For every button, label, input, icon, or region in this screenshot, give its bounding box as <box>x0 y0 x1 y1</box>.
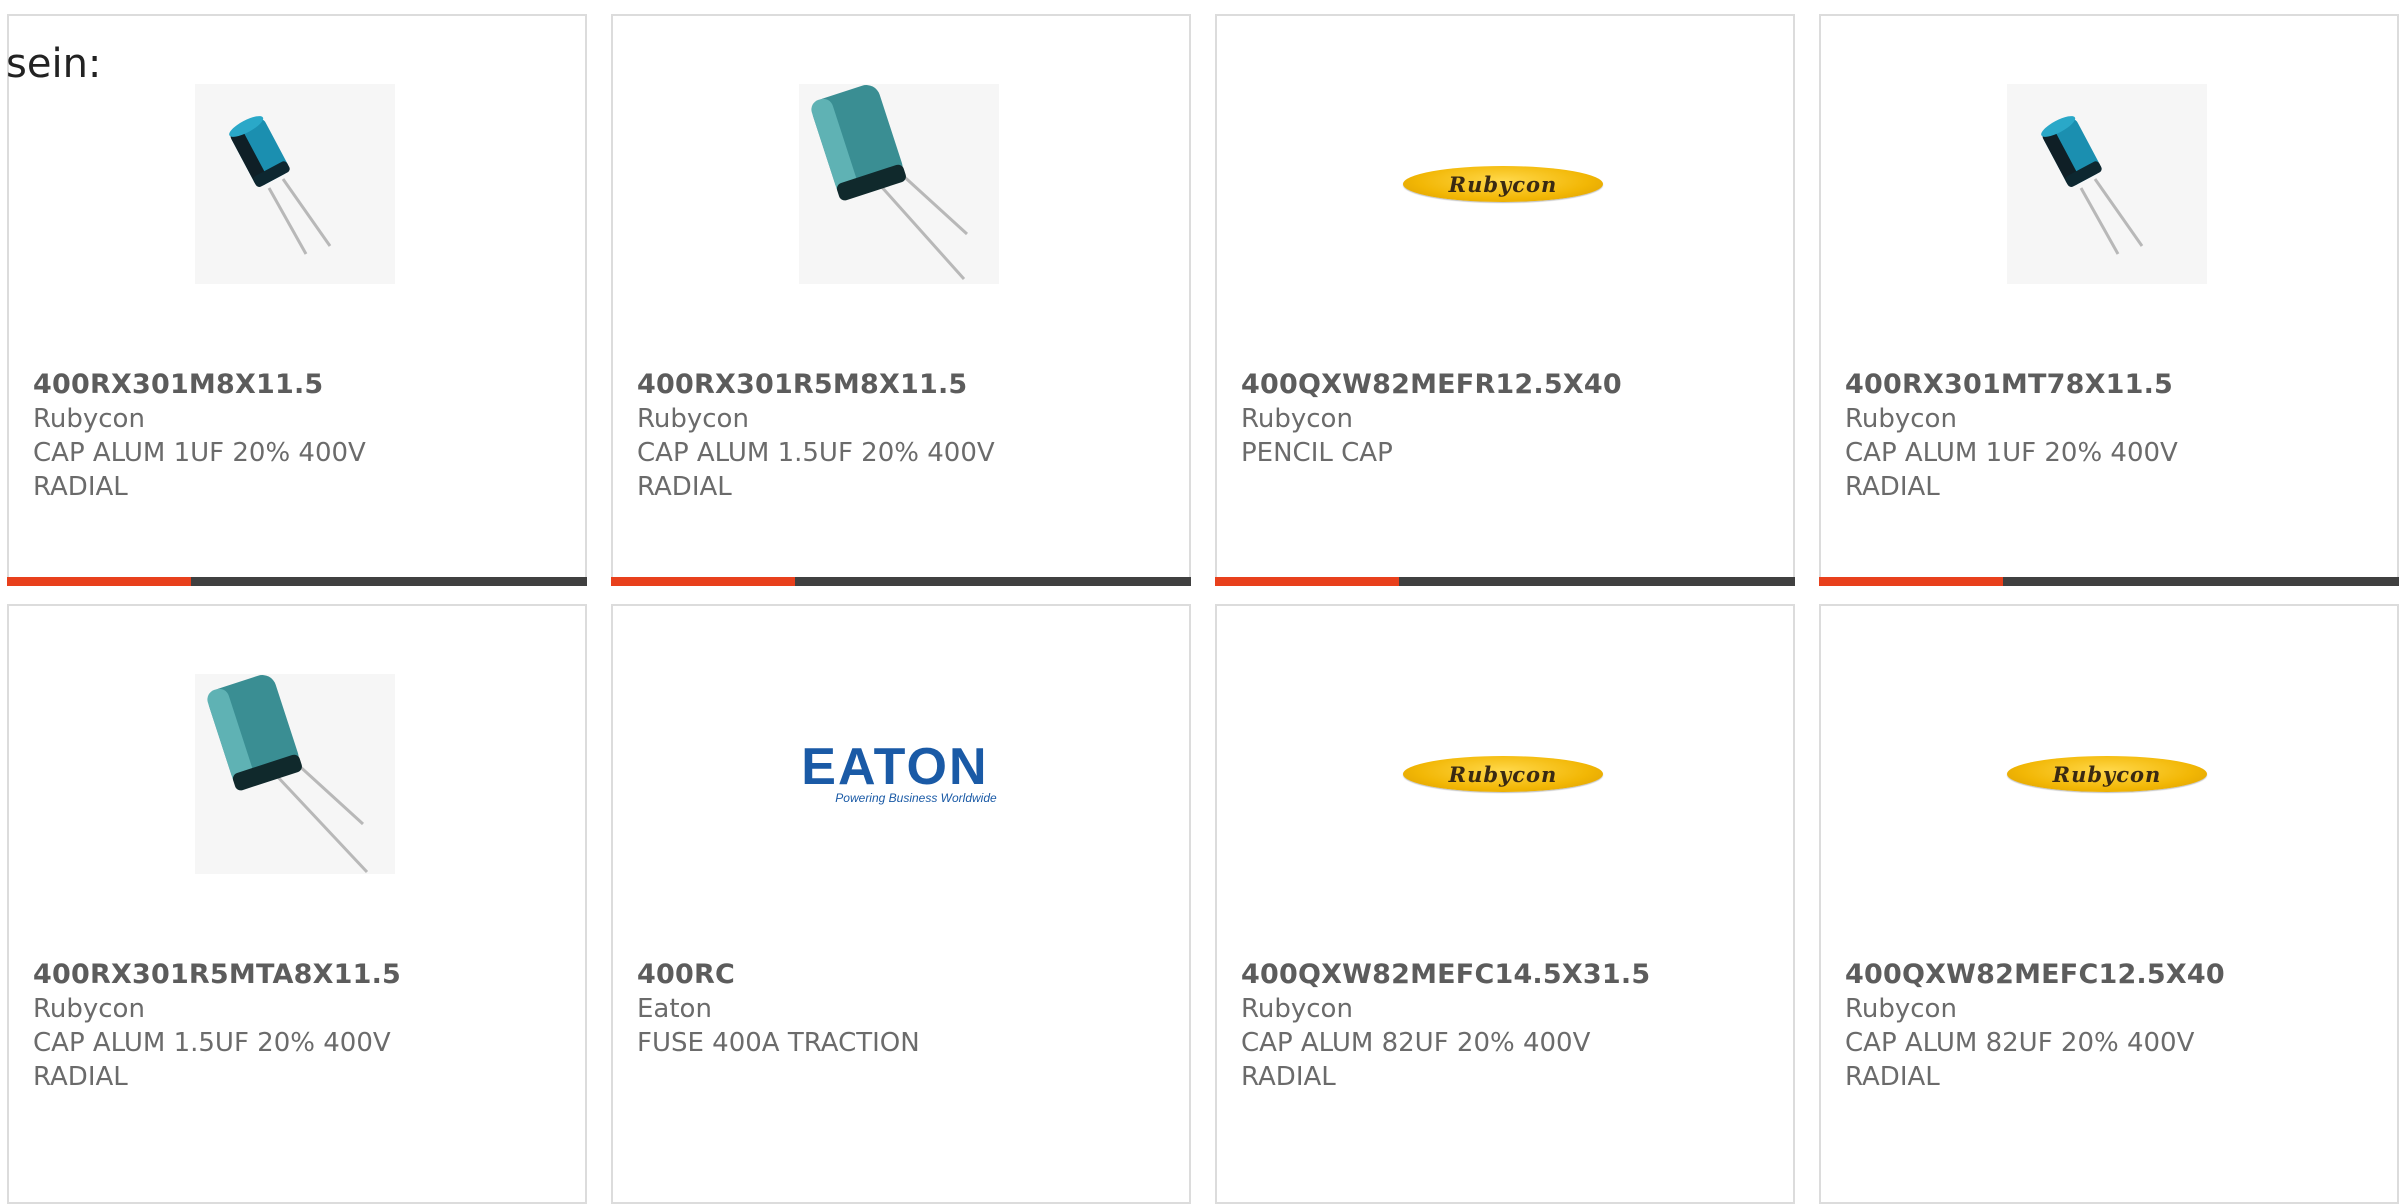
part-number[interactable]: 400RC <box>637 958 1169 992</box>
part-number[interactable]: 400QXW82MEFR12.5X40 <box>1241 368 1773 402</box>
manufacturer: Eaton <box>637 994 712 1024</box>
description: FUSE 400A TRACTION <box>637 1028 920 1058</box>
product-info: 400QXW82MEFR12.5X40 Rubycon PENCIL CAP <box>1241 368 1773 470</box>
product-info: 400RX301MT78X11.5 Rubycon CAP ALUM 1UF 2… <box>1845 368 2377 504</box>
product-card[interactable]: Rubycon 400QXW82MEFC12.5X40 Rubycon CAP … <box>1819 604 2399 1204</box>
description: CAP ALUM 1UF 20% 400V <box>1845 438 2178 468</box>
manufacturer: Rubycon <box>1241 404 1353 434</box>
rubycon-logo: Rubycon <box>1403 674 1603 874</box>
eaton-logo-tagline: Powering Business Worldwide <box>835 791 997 805</box>
rubycon-logo-text: Rubycon <box>1448 171 1558 197</box>
manufacturer: Rubycon <box>637 404 749 434</box>
card-footer-bar <box>611 577 1191 586</box>
card-footer-bar <box>1819 577 2399 586</box>
description-line2: RADIAL <box>1845 472 1940 502</box>
product-info: 400QXW82MEFC12.5X40 Rubycon CAP ALUM 82U… <box>1845 958 2377 1094</box>
rubycon-logo: Rubycon <box>1403 84 1603 284</box>
manufacturer: Rubycon <box>1241 994 1353 1024</box>
part-number[interactable]: 400QXW82MEFC12.5X40 <box>1845 958 2377 992</box>
card-accent <box>611 577 795 586</box>
product-card[interactable]: 400RX301R5M8X11.5 Rubycon CAP ALUM 1.5UF… <box>611 14 1191 586</box>
description-line2: RADIAL <box>33 472 128 502</box>
description: CAP ALUM 1.5UF 20% 400V <box>637 438 995 468</box>
product-card[interactable]: Rubycon 400QXW82MEFC14.5X31.5 Rubycon CA… <box>1215 604 1795 1204</box>
description-line2: RADIAL <box>637 472 732 502</box>
description: CAP ALUM 82UF 20% 400V <box>1241 1028 1591 1058</box>
manufacturer: Rubycon <box>1845 994 1957 1024</box>
card-accent <box>1819 577 2003 586</box>
product-card[interactable]: Rubycon 400QXW82MEFR12.5X40 Rubycon PENC… <box>1215 14 1795 586</box>
eaton-logo-text: EATON <box>801 738 989 796</box>
product-info: 400RX301R5MTA8X11.5 Rubycon CAP ALUM 1.5… <box>33 958 565 1094</box>
manufacturer: Rubycon <box>33 404 145 434</box>
description: CAP ALUM 82UF 20% 400V <box>1845 1028 2195 1058</box>
description: CAP ALUM 1UF 20% 400V <box>33 438 366 468</box>
description: CAP ALUM 1.5UF 20% 400V <box>33 1028 391 1058</box>
rubycon-logo-text: Rubycon <box>2052 761 2162 787</box>
rubycon-logo-text: Rubycon <box>1448 761 1558 787</box>
part-number[interactable]: 400RX301M8X11.5 <box>33 368 565 402</box>
card-accent <box>1215 577 1399 586</box>
product-info: 400RC Eaton FUSE 400A TRACTION <box>637 958 1169 1060</box>
eaton-logo: EATON Powering Business Worldwide <box>799 674 999 874</box>
description-line2: RADIAL <box>33 1062 128 1092</box>
product-card[interactable]: 400RX301R5MTA8X11.5 Rubycon CAP ALUM 1.5… <box>7 604 587 1204</box>
description: PENCIL CAP <box>1241 438 1393 468</box>
product-card[interactable]: EATON Powering Business Worldwide 400RC … <box>611 604 1191 1204</box>
product-info: 400RX301M8X11.5 Rubycon CAP ALUM 1UF 20%… <box>33 368 565 504</box>
card-footer-bar <box>1215 577 1795 586</box>
part-number[interactable]: 400RX301R5M8X11.5 <box>637 368 1169 402</box>
capacitor-small-icon <box>2007 84 2207 284</box>
capacitor-large-icon <box>195 674 395 874</box>
part-number[interactable]: 400QXW82MEFC14.5X31.5 <box>1241 958 1773 992</box>
product-info: 400QXW82MEFC14.5X31.5 Rubycon CAP ALUM 8… <box>1241 958 1773 1094</box>
capacitor-large-icon <box>799 84 999 284</box>
description-line2: RADIAL <box>1845 1062 1940 1092</box>
lead-text: sein: <box>6 41 102 87</box>
description-line2: RADIAL <box>1241 1062 1336 1092</box>
card-footer-bar <box>7 577 587 586</box>
product-info: 400RX301R5M8X11.5 Rubycon CAP ALUM 1.5UF… <box>637 368 1169 504</box>
part-number[interactable]: 400RX301R5MTA8X11.5 <box>33 958 565 992</box>
product-card[interactable]: 400RX301MT78X11.5 Rubycon CAP ALUM 1UF 2… <box>1819 14 2399 586</box>
card-accent <box>7 577 191 586</box>
manufacturer: Rubycon <box>1845 404 1957 434</box>
manufacturer: Rubycon <box>33 994 145 1024</box>
part-number[interactable]: 400RX301MT78X11.5 <box>1845 368 2377 402</box>
rubycon-logo: Rubycon <box>2007 674 2207 874</box>
capacitor-small-icon <box>195 84 395 284</box>
product-card[interactable]: 400RX301M8X11.5 Rubycon CAP ALUM 1UF 20%… <box>7 14 587 586</box>
product-grid: 400RX301M8X11.5 Rubycon CAP ALUM 1UF 20%… <box>0 0 2400 1204</box>
